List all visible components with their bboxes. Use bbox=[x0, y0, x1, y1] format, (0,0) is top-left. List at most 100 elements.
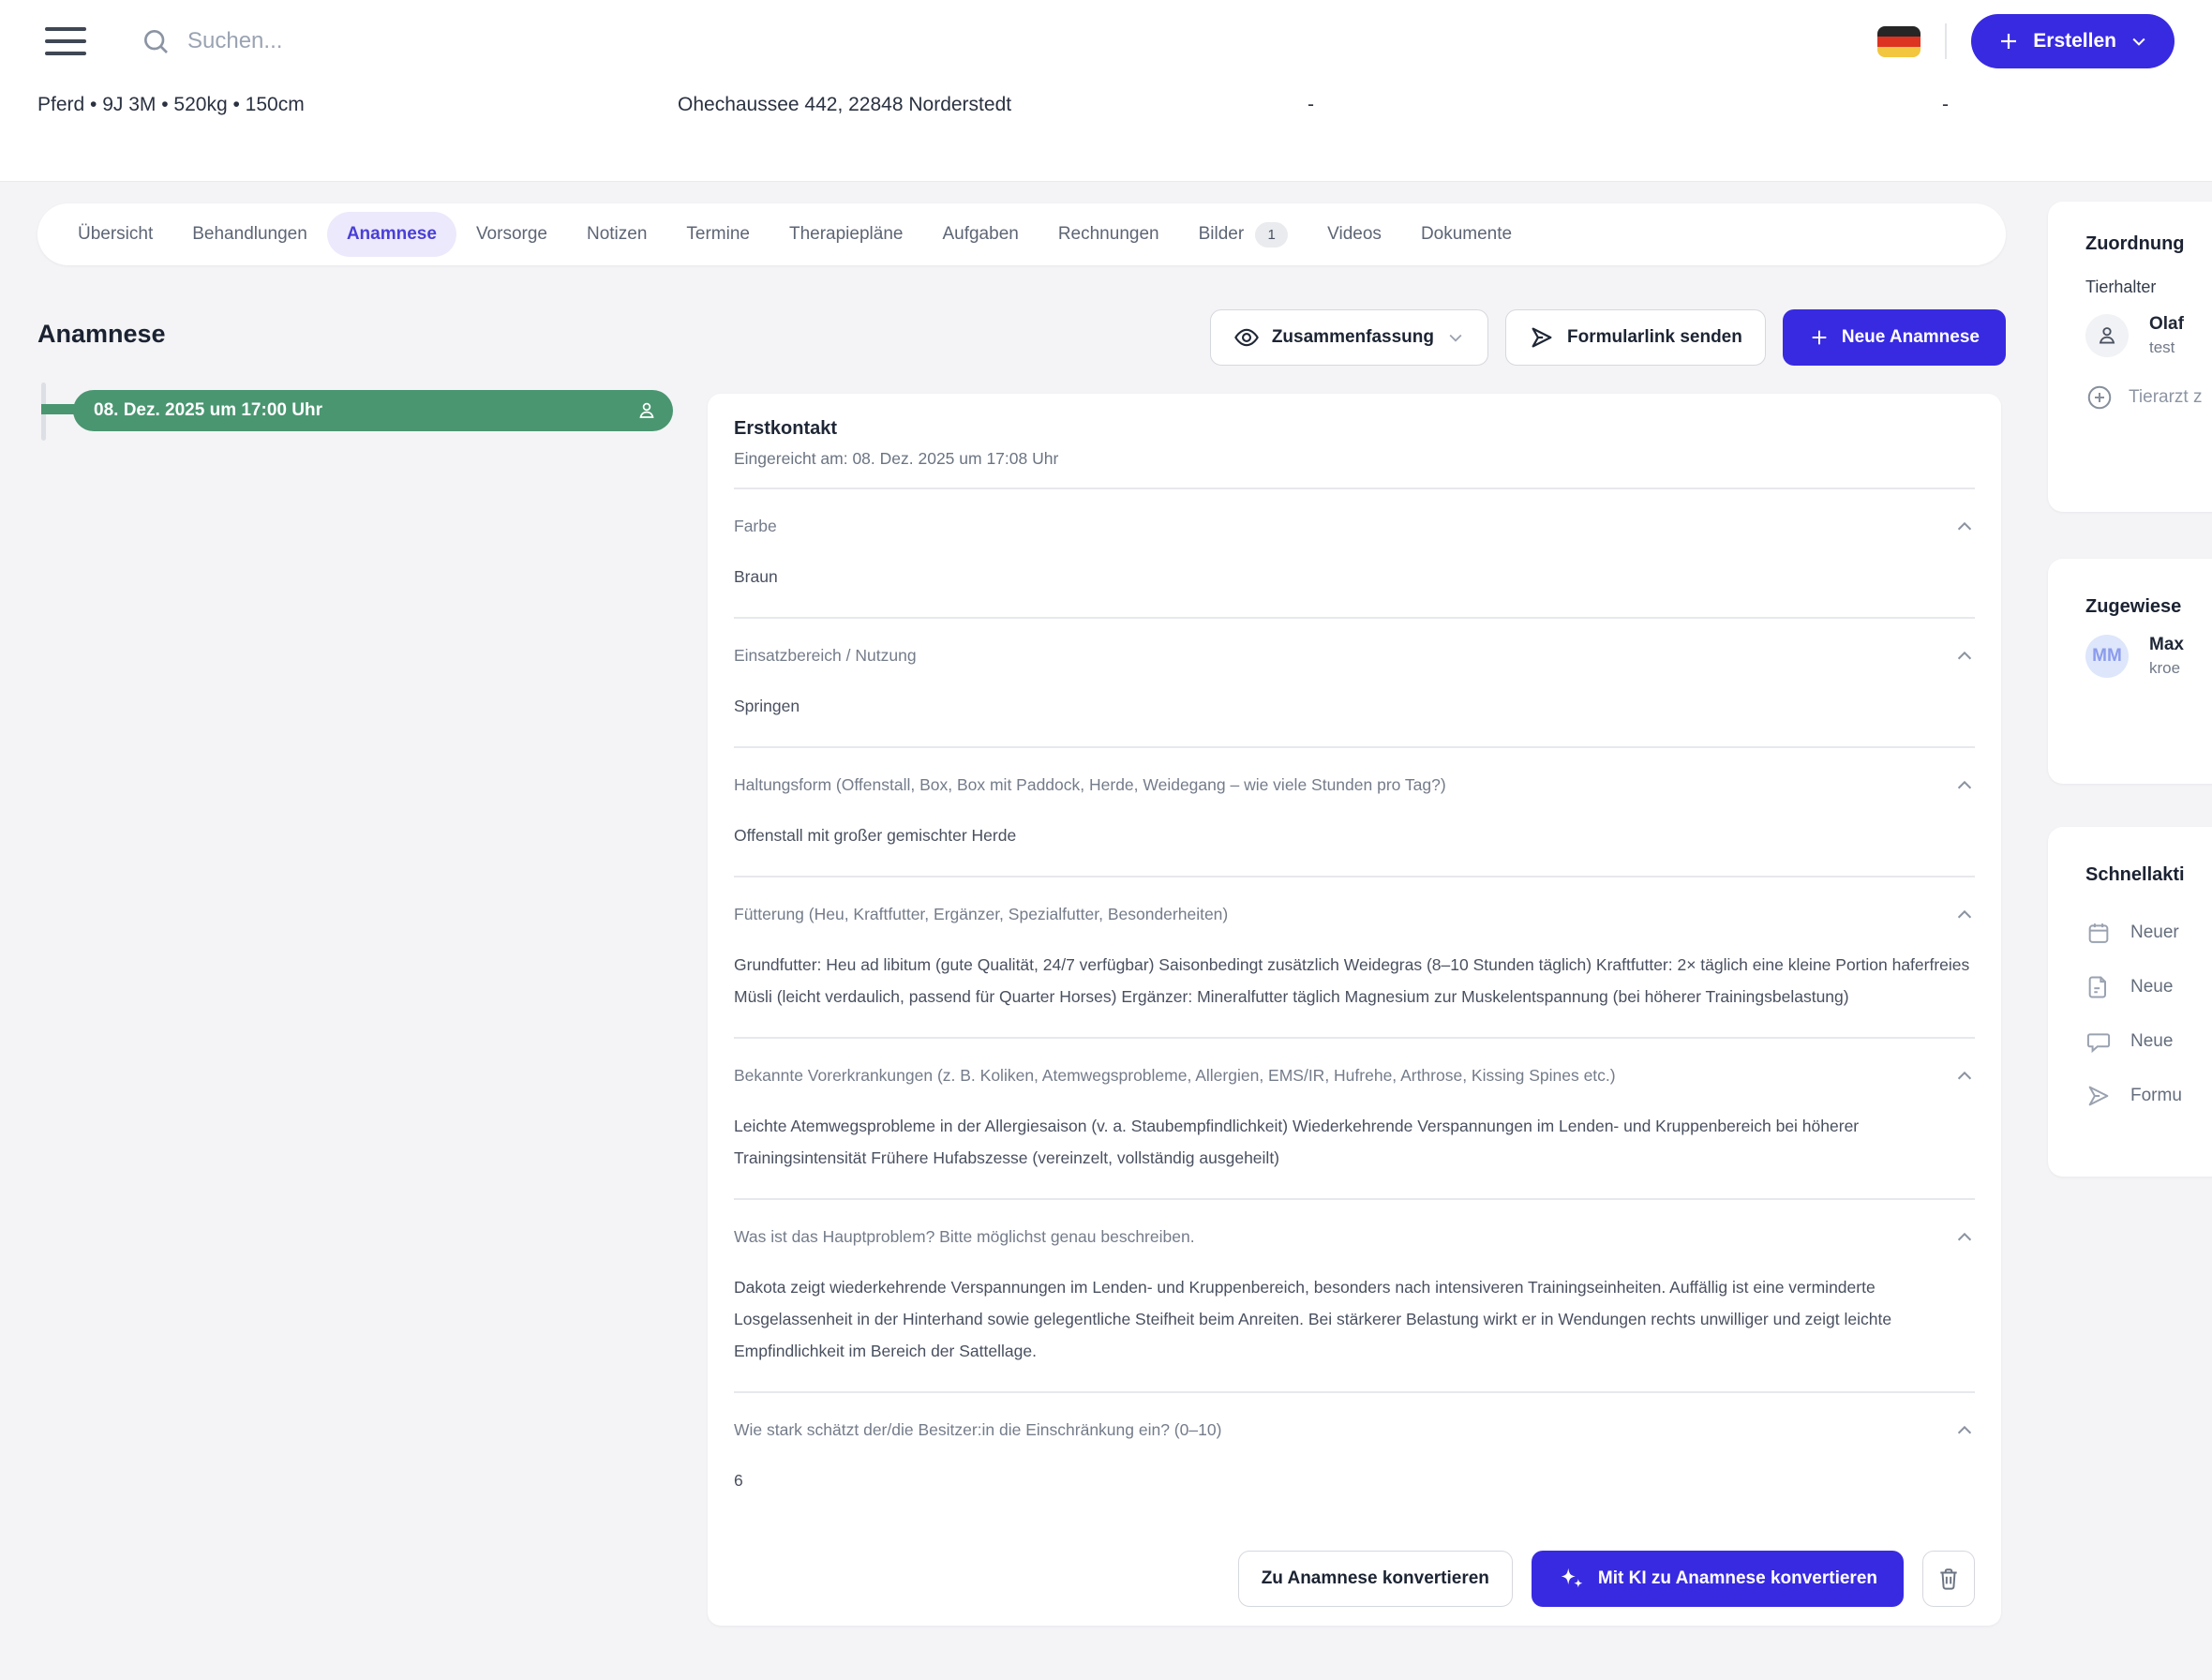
page-actions: Zusammenfassung Formularlink senden Neue… bbox=[37, 309, 2006, 366]
patient-tab-bar: Übersicht Behandlungen Anamnese Vorsorge… bbox=[37, 203, 2006, 265]
section-answer: Leichte Atemwegsprobleme in der Allergie… bbox=[734, 1110, 1975, 1174]
send-icon bbox=[1529, 324, 1555, 351]
send-form-link-button[interactable]: Formularlink senden bbox=[1505, 309, 1766, 366]
search-input[interactable]: Suchen... bbox=[141, 26, 282, 56]
quick-actions-card: Schnellakti Neuer Neue Neue Formu bbox=[2048, 827, 2212, 1177]
calendar-icon bbox=[2085, 920, 2112, 946]
tab[interactable]: Bilder 1 bbox=[1179, 212, 1308, 257]
section-answer: Offenstall mit großer gemischter Herde bbox=[734, 819, 1975, 851]
section-question: Fütterung (Heu, Kraftfutter, Ergänzer, S… bbox=[734, 898, 1228, 930]
section-answer: Braun bbox=[734, 561, 1975, 592]
menu-icon[interactable] bbox=[45, 27, 86, 55]
owner-name: Olaf bbox=[2149, 314, 2184, 335]
new-anamnese-button[interactable]: Neue Anamnese bbox=[1783, 309, 2006, 366]
patient-detail-2: - bbox=[1942, 94, 1949, 116]
assigned-avatar: MM bbox=[2085, 635, 2129, 678]
owner-label: Tierhalter bbox=[2085, 278, 2212, 297]
convert-to-anamnese-button[interactable]: Zu Anamnese konvertieren bbox=[1238, 1551, 1513, 1607]
chat-icon bbox=[2085, 1028, 2112, 1055]
assigned-title: Zugewiese bbox=[2085, 596, 2212, 618]
assigned-card: Zugewiese MM Max kroe bbox=[2048, 559, 2212, 784]
tab-count-badge: 1 bbox=[1255, 222, 1288, 248]
quick-action-form-link[interactable]: Formu bbox=[2085, 1083, 2212, 1109]
patient-detail-1: - bbox=[1308, 94, 1314, 116]
person-icon bbox=[2095, 323, 2119, 348]
timeline-entry[interactable]: 08. Dez. 2025 um 17:00 Uhr bbox=[73, 390, 673, 431]
entry-sections: Farbe Braun Einsatzbereich / Nutzung bbox=[734, 489, 1975, 1521]
assignment-card: Zuordnung Tierhalter Olaf test Tierarzt … bbox=[2048, 202, 2212, 512]
quick-action-new-note[interactable]: Neue bbox=[2085, 1028, 2212, 1055]
anamnese-entry-card: Erstkontakt Eingereicht am: 08. Dez. 202… bbox=[708, 394, 2001, 1626]
chevron-down-icon bbox=[1446, 328, 1465, 347]
patient-address: Ohechaussee 442, 22848 Norderstedt bbox=[678, 94, 1011, 116]
summary-button[interactable]: Zusammenfassung bbox=[1210, 309, 1488, 366]
chevron-up-icon[interactable] bbox=[1954, 1227, 1975, 1248]
form-section: Fütterung (Heu, Kraftfutter, Ergänzer, S… bbox=[734, 878, 1975, 1039]
tab[interactable]: Vorsorge bbox=[456, 212, 567, 257]
form-section: Farbe Braun bbox=[734, 489, 1975, 619]
plus-icon bbox=[1809, 327, 1830, 348]
delete-entry-button[interactable] bbox=[1922, 1551, 1975, 1607]
tab[interactable]: Termine bbox=[666, 212, 770, 257]
form-section: Einsatzbereich / Nutzung Springen bbox=[734, 619, 1975, 748]
section-question: Einsatzbereich / Nutzung bbox=[734, 639, 917, 671]
trash-icon bbox=[1936, 1567, 1961, 1591]
section-answer: Dakota zeigt wiederkehrende Verspannunge… bbox=[734, 1271, 1975, 1367]
timeline-entry-date: 08. Dez. 2025 um 17:00 Uhr bbox=[94, 400, 322, 421]
tab[interactable]: Aufgaben bbox=[922, 212, 1038, 257]
entry-submitted-at: Eingereicht am: 08. Dez. 2025 um 17:08 U… bbox=[734, 449, 1975, 469]
tab[interactable]: Anamnese bbox=[327, 212, 456, 257]
quick-action-new-document[interactable]: Neue bbox=[2085, 974, 2212, 1000]
tab[interactable]: Übersicht bbox=[58, 212, 172, 257]
chevron-up-icon[interactable] bbox=[1954, 517, 1975, 537]
assigned-name: Max bbox=[2149, 635, 2184, 655]
chevron-down-icon bbox=[2130, 32, 2148, 51]
chevron-up-icon[interactable] bbox=[1954, 646, 1975, 667]
section-answer: Grundfutter: Heu ad libitum (gute Qualit… bbox=[734, 949, 1975, 1012]
chevron-up-icon[interactable] bbox=[1954, 1066, 1975, 1087]
patient-summary: Pferd • 9J 3M • 520kg • 150cm bbox=[37, 94, 305, 116]
assigned-user-row[interactable]: MM Max kroe bbox=[2085, 635, 2212, 678]
tab[interactable]: Videos bbox=[1308, 212, 1401, 257]
eye-icon bbox=[1233, 324, 1260, 351]
section-question: Wie stark schätzt der/die Besitzer:in di… bbox=[734, 1414, 1221, 1446]
plus-icon bbox=[1997, 30, 2020, 52]
chevron-up-icon[interactable] bbox=[1954, 1420, 1975, 1441]
ai-convert-button[interactable]: Mit KI zu Anamnese konvertieren bbox=[1532, 1551, 1904, 1607]
tab[interactable]: Therapiepläne bbox=[770, 212, 922, 257]
sparkles-icon bbox=[1558, 1565, 1586, 1593]
create-button[interactable]: Erstellen bbox=[1971, 14, 2175, 68]
tab[interactable]: Dokumente bbox=[1401, 212, 1532, 257]
owner-avatar bbox=[2085, 314, 2129, 357]
app-root: Suchen... Erstellen Pferd • 9J 3M • 520k… bbox=[0, 0, 2212, 1680]
topbar-divider bbox=[1945, 23, 1947, 59]
section-answer: Springen bbox=[734, 690, 1975, 722]
section-question: Farbe bbox=[734, 510, 777, 542]
language-flag-german-icon[interactable] bbox=[1877, 26, 1921, 57]
tab[interactable]: Behandlungen bbox=[172, 212, 327, 257]
plus-circle-icon bbox=[2085, 383, 2114, 412]
add-vet-button[interactable]: Tierarzt z bbox=[2085, 383, 2212, 412]
assignment-title: Zuordnung bbox=[2085, 233, 2212, 255]
section-answer: 6 bbox=[734, 1464, 1975, 1496]
tab[interactable]: Notizen bbox=[567, 212, 666, 257]
section-question: Was ist das Hauptproblem? Bitte möglichs… bbox=[734, 1221, 1195, 1252]
quick-action-new-appointment[interactable]: Neuer bbox=[2085, 920, 2212, 946]
send-icon bbox=[2085, 1083, 2112, 1109]
section-question: Bekannte Vorerkrankungen (z. B. Koliken,… bbox=[734, 1059, 1616, 1091]
top-bar: Suchen... Erstellen bbox=[0, 0, 2212, 83]
chevron-up-icon[interactable] bbox=[1954, 905, 1975, 925]
document-icon bbox=[2085, 974, 2112, 1000]
tab[interactable]: Rechnungen bbox=[1039, 212, 1179, 257]
form-section: Was ist das Hauptproblem? Bitte möglichs… bbox=[734, 1200, 1975, 1393]
patient-header: Pferd • 9J 3M • 520kg • 150cm Ohechausse… bbox=[0, 82, 2212, 182]
owner-detail: test bbox=[2149, 338, 2184, 357]
owner-row[interactable]: Olaf test bbox=[2085, 314, 2212, 357]
entry-buttons: Zu Anamnese konvertieren Mit KI zu Anamn… bbox=[734, 1551, 1975, 1607]
section-question: Haltungsform (Offenstall, Box, Box mit P… bbox=[734, 769, 1446, 801]
entry-title: Erstkontakt bbox=[734, 418, 1975, 440]
chevron-up-icon[interactable] bbox=[1954, 775, 1975, 796]
form-section: Bekannte Vorerkrankungen (z. B. Koliken,… bbox=[734, 1039, 1975, 1200]
quick-actions-title: Schnellakti bbox=[2085, 864, 2212, 886]
form-section: Wie stark schätzt der/die Besitzer:in di… bbox=[734, 1393, 1975, 1521]
